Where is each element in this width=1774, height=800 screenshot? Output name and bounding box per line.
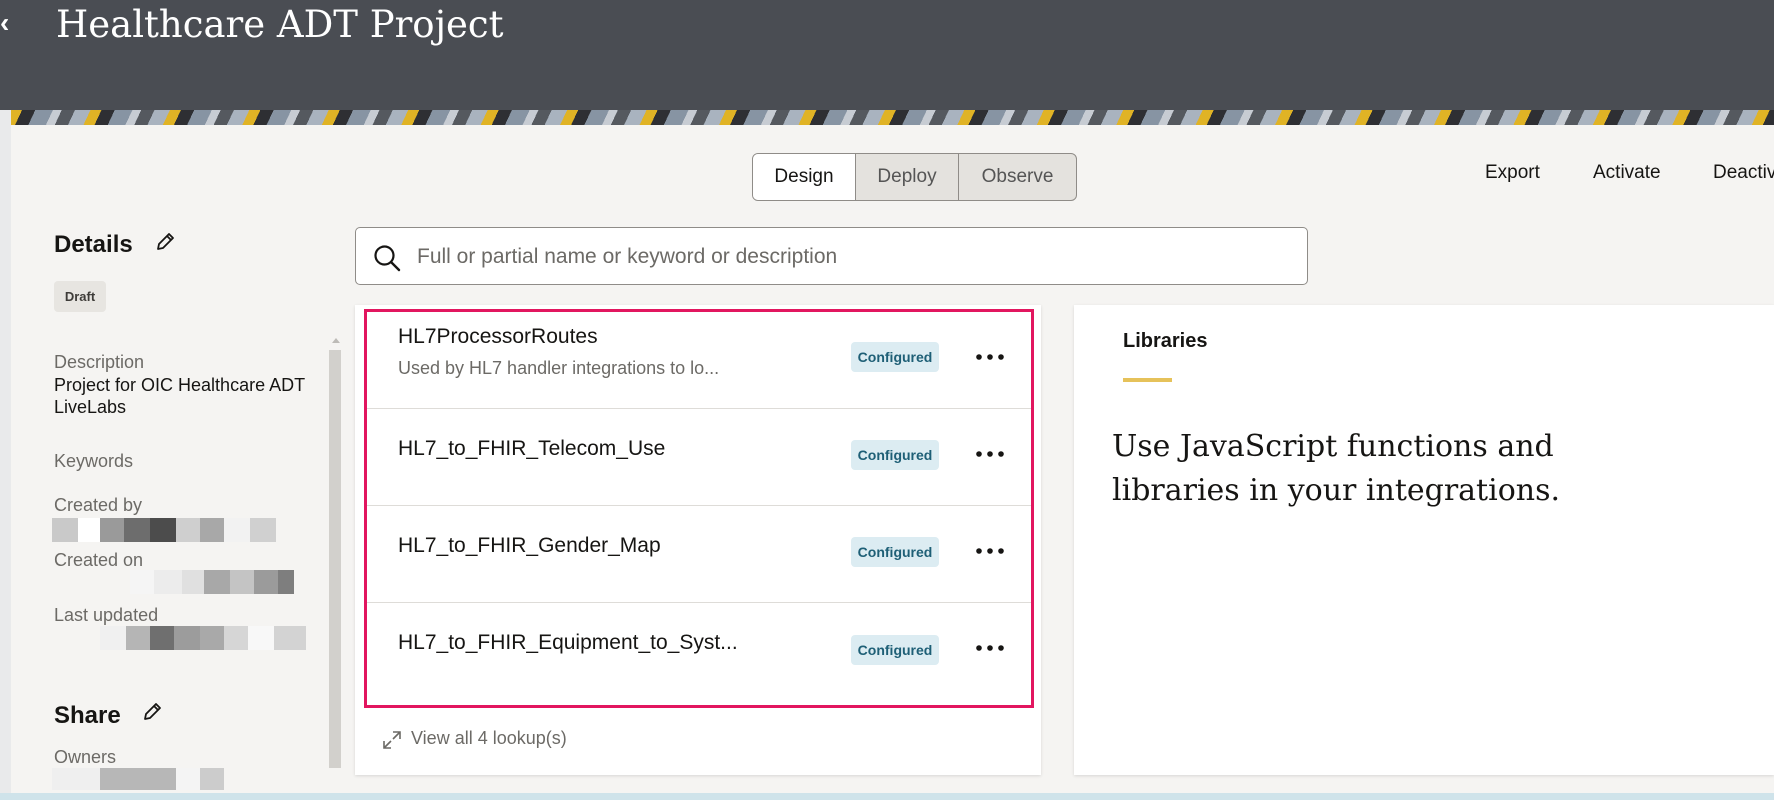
view-all-label[interactable]: View all 4 lookup(s) <box>411 728 567 749</box>
redacted-owners <box>52 768 224 790</box>
search-input[interactable] <box>415 236 1279 278</box>
share-heading: Share <box>54 702 121 729</box>
view-tabs: Design Deploy Observe <box>752 153 1077 201</box>
page-title: Healthcare ADT Project <box>56 3 504 46</box>
scroll-up-arrow-icon[interactable] <box>332 338 340 343</box>
deactivate-button[interactable]: Deactiv <box>1713 162 1774 184</box>
owners-label: Owners <box>54 747 117 767</box>
bottom-strip <box>0 793 1774 800</box>
search-icon <box>374 245 401 272</box>
description-value: Project for OIC Healthcare ADT LiveLabs <box>54 375 305 417</box>
redacted-created-on <box>130 570 294 594</box>
redacted-last-updated <box>100 626 306 650</box>
chevron-left-icon[interactable]: ‹ <box>0 8 16 38</box>
created-on-label: Created on <box>54 550 144 570</box>
active-tab-underline <box>1123 378 1172 382</box>
selection-highlight <box>364 309 1034 708</box>
activate-button[interactable]: Activate <box>1593 162 1661 184</box>
description-label: Description <box>54 352 145 372</box>
keywords-label: Keywords <box>54 451 134 471</box>
libraries-empty-message: Use JavaScript functions and libraries i… <box>1112 429 1561 508</box>
decorative-banner <box>11 110 1774 125</box>
details-scrollbar[interactable] <box>329 350 341 768</box>
tab-observe[interactable]: Observe <box>959 154 1076 200</box>
tab-libraries[interactable]: Libraries <box>1123 330 1207 353</box>
libraries-card <box>1074 305 1774 775</box>
status-badge: Draft <box>54 281 106 312</box>
tab-design[interactable]: Design <box>753 154 856 200</box>
details-heading: Details <box>54 231 133 258</box>
tab-deploy[interactable]: Deploy <box>856 154 959 200</box>
created-by-label: Created by <box>54 495 143 515</box>
header-bar: ‹ Healthcare ADT Project <box>0 0 1774 110</box>
last-updated-label: Last updated <box>54 605 159 625</box>
edit-details-icon[interactable] <box>154 231 176 253</box>
search-box <box>355 227 1308 285</box>
redacted-created-by <box>52 518 276 542</box>
edit-share-icon[interactable] <box>141 701 163 723</box>
export-button[interactable]: Export <box>1485 162 1540 184</box>
expand-icon <box>383 731 401 749</box>
